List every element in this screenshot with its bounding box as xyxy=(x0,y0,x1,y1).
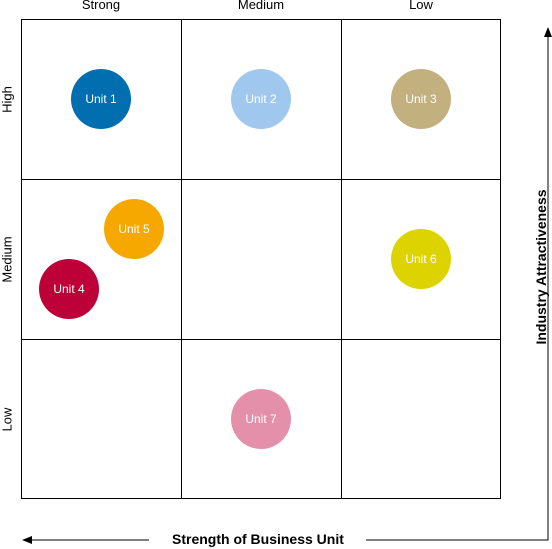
unit-label: Unit 6 xyxy=(405,252,437,266)
unit-label: Unit 4 xyxy=(53,282,85,296)
row-label-low: Low xyxy=(0,407,15,432)
column-label-medium: Medium xyxy=(237,0,285,12)
unit-label: Unit 3 xyxy=(405,92,437,106)
grid-divider xyxy=(181,20,182,498)
unit-6-bubble[interactable]: Unit 6 xyxy=(391,229,451,289)
unit-7-bubble[interactable]: Unit 7 xyxy=(231,389,291,449)
unit-label: Unit 7 xyxy=(245,412,277,426)
y-axis-title: Industry Attractiveness xyxy=(533,189,549,345)
arrow-up-icon xyxy=(544,27,552,37)
unit-label: Unit 5 xyxy=(118,222,150,236)
unit-2-bubble[interactable]: Unit 2 xyxy=(231,69,291,129)
unit-1-bubble[interactable]: Unit 1 xyxy=(71,69,131,129)
arrow-left-icon xyxy=(22,536,32,544)
grid-divider xyxy=(341,20,342,498)
grid-divider xyxy=(22,339,500,340)
unit-label: Unit 1 xyxy=(85,92,117,106)
column-label-low: Low xyxy=(409,0,433,12)
grid-divider xyxy=(22,179,500,180)
unit-4-bubble[interactable]: Unit 4 xyxy=(39,259,99,319)
x-axis-title: Strength of Business Unit xyxy=(172,531,344,547)
unit-5-bubble[interactable]: Unit 5 xyxy=(104,199,164,259)
row-label-medium: Medium xyxy=(0,236,15,283)
unit-3-bubble[interactable]: Unit 3 xyxy=(391,69,451,129)
unit-label: Unit 2 xyxy=(245,92,277,106)
column-label-strong: Strong xyxy=(81,0,121,12)
row-label-high: High xyxy=(0,86,15,113)
